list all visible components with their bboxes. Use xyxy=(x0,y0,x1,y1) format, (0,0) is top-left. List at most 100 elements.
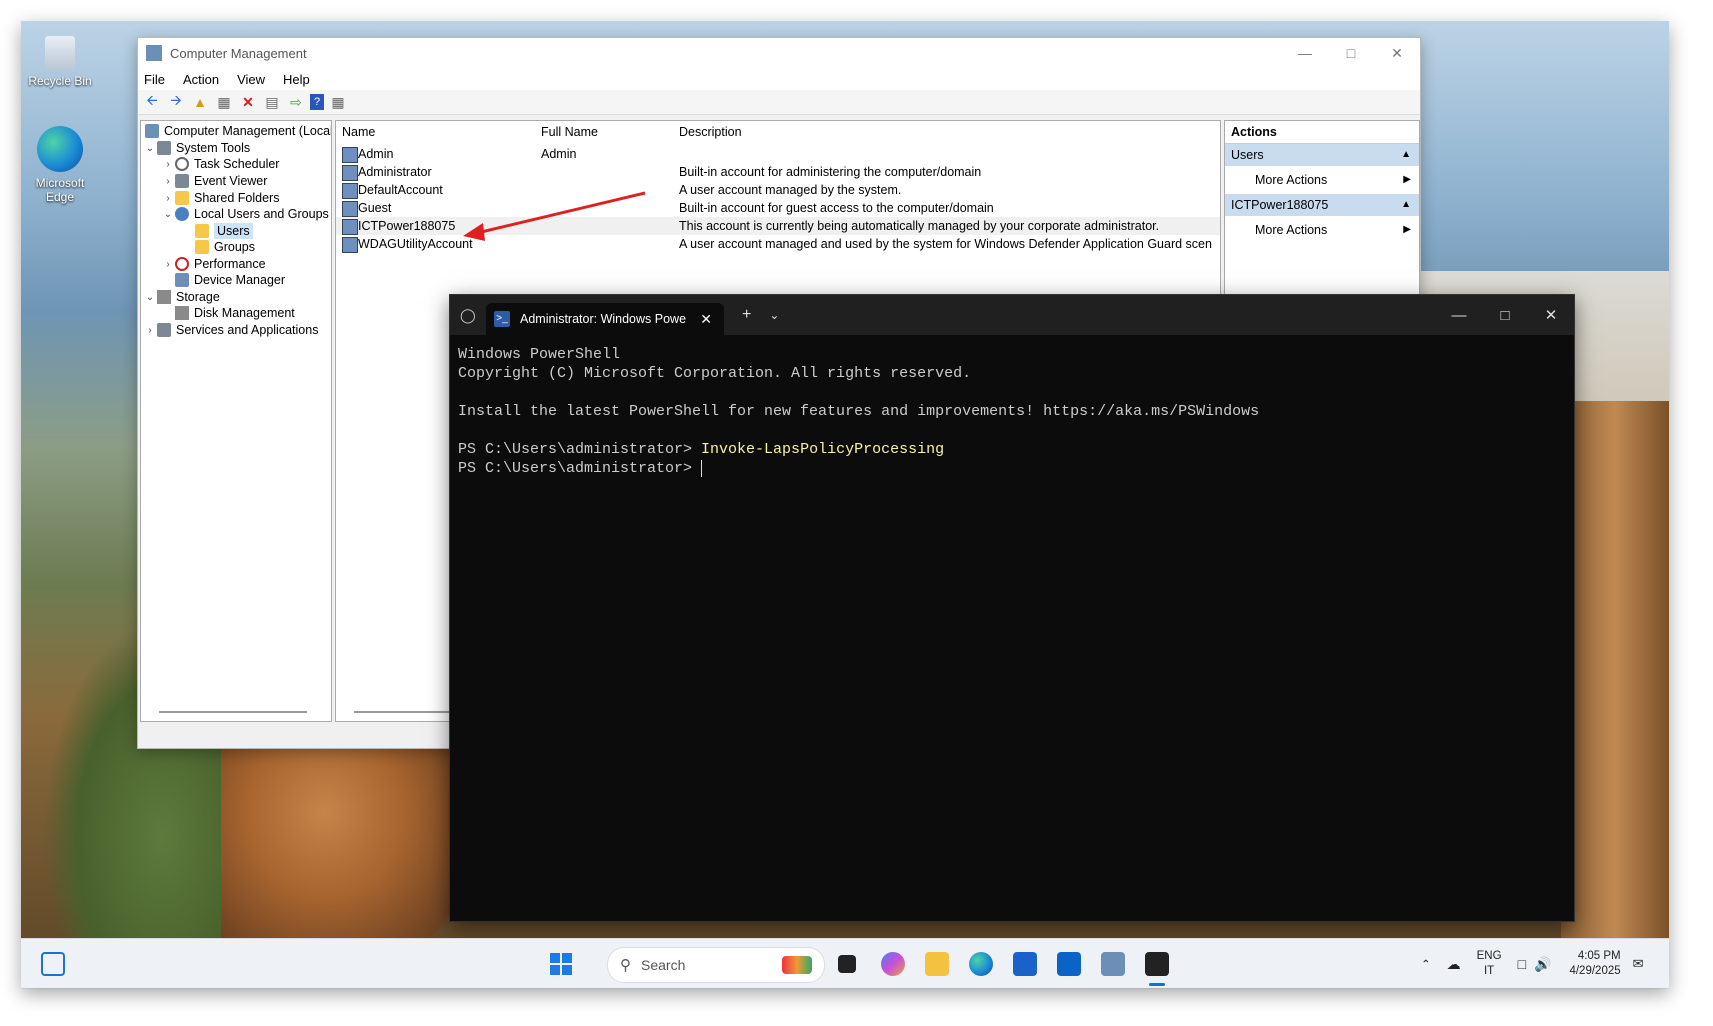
chevron-down-icon[interactable]: ⌄ xyxy=(143,292,157,303)
clock-icon xyxy=(175,157,189,171)
tree-node-groups[interactable]: Groups xyxy=(195,240,255,254)
terminal-window: ◯ >_ Administrator: Windows Powe ✕ + ⌄ —… xyxy=(449,294,1575,922)
tree-node-local-users-groups[interactable]: ⌄ Local Users and Groups xyxy=(161,207,329,221)
collapse-icon[interactable]: ▲ xyxy=(1401,144,1411,166)
menu-file[interactable]: File xyxy=(144,72,165,87)
search-placeholder: Search xyxy=(641,957,686,973)
task-view-icon[interactable] xyxy=(838,955,856,973)
title-bar[interactable]: Computer Management — □ ✕ xyxy=(138,38,1420,68)
shared-folder-icon xyxy=(175,191,189,205)
prompt: PS C:\Users\administrator> xyxy=(458,460,702,477)
chevron-right-icon[interactable]: › xyxy=(161,159,175,170)
chevron-right-icon[interactable]: › xyxy=(143,325,157,336)
terminal-tab[interactable]: >_ Administrator: Windows Powe ✕ xyxy=(486,303,724,335)
network-icon[interactable]: ☁ xyxy=(1447,956,1461,973)
tree-node-services-apps[interactable]: › Services and Applications xyxy=(143,323,318,337)
tree-node-performance[interactable]: › Performance xyxy=(161,257,266,271)
up-folder-icon[interactable]: ▲ xyxy=(190,93,210,111)
user-icon xyxy=(342,237,358,253)
user-icon xyxy=(342,201,358,217)
list-header: Name Full Name Description xyxy=(336,121,1220,143)
volume-icon[interactable]: 🔊 xyxy=(1534,956,1551,973)
close-button[interactable]: ✕ xyxy=(1528,306,1574,324)
chevron-right-icon[interactable]: › xyxy=(161,259,175,270)
system-tools-icon xyxy=(157,141,171,155)
actions-section-users[interactable]: Users ▲ xyxy=(1225,144,1419,166)
column-description[interactable]: Description xyxy=(679,125,742,139)
tab-close-icon[interactable]: ✕ xyxy=(700,311,712,328)
tree-node-task-scheduler[interactable]: › Task Scheduler xyxy=(161,157,279,171)
list-row[interactable]: Administrator Built-in account for admin… xyxy=(336,163,1220,181)
column-full-name[interactable]: Full Name xyxy=(541,125,598,139)
monitor-icon[interactable]: □ xyxy=(1518,956,1526,972)
more-actions-users[interactable]: More Actions ▶ xyxy=(1225,166,1419,194)
minimize-button[interactable]: — xyxy=(1436,307,1482,324)
tree-node-users[interactable]: Users xyxy=(195,223,253,239)
chevron-down-icon[interactable]: ⌄ xyxy=(161,209,175,220)
minimize-button[interactable]: — xyxy=(1282,45,1328,62)
show-hide-tree-icon[interactable]: ▦ xyxy=(214,93,234,111)
chevron-right-icon[interactable]: › xyxy=(161,176,175,187)
delete-icon[interactable]: ✕ xyxy=(238,93,258,111)
forward-arrow-icon[interactable]: 🡪 xyxy=(166,92,186,111)
prompt: PS C:\Users\administrator> xyxy=(458,441,702,458)
terminal-output[interactable]: Windows PowerShell Copyright (C) Microsof… xyxy=(450,335,1574,488)
search-box[interactable]: ⚲ Search xyxy=(607,947,825,983)
disk-management-icon xyxy=(175,306,189,320)
tree-scrollbar[interactable] xyxy=(159,711,307,713)
tree-node-shared-folders[interactable]: › Shared Folders xyxy=(161,191,279,205)
help-icon[interactable]: ? xyxy=(310,94,324,110)
show-hide-action-pane-icon[interactable]: ▦ xyxy=(328,93,348,111)
desktop-icon-edge[interactable]: Microsoft Edge xyxy=(20,126,100,204)
chevron-up-icon[interactable]: ⌃ xyxy=(1421,957,1431,971)
close-button[interactable]: ✕ xyxy=(1374,45,1420,62)
computer-icon xyxy=(145,124,159,138)
tree-node-storage[interactable]: ⌄ Storage xyxy=(143,290,220,304)
store-icon[interactable] xyxy=(1013,952,1037,976)
tree-node-event-viewer[interactable]: › Event Viewer xyxy=(161,174,267,188)
chevron-down-icon[interactable]: ⌄ xyxy=(769,308,779,322)
services-icon xyxy=(157,323,171,337)
desktop-icon-recycle-bin[interactable]: Recycle Bin xyxy=(20,36,100,88)
back-arrow-icon[interactable]: 🡨 xyxy=(142,92,162,111)
menu-action[interactable]: Action xyxy=(183,72,219,87)
tree-node-device-manager[interactable]: Device Manager xyxy=(175,273,285,287)
properties-icon[interactable]: ▤ xyxy=(262,93,282,111)
output-line: Windows PowerShell xyxy=(458,346,621,363)
chevron-down-icon[interactable]: ⌄ xyxy=(143,143,157,154)
storage-icon xyxy=(157,290,171,304)
tree-node-root[interactable]: Computer Management (Local xyxy=(145,124,331,138)
more-actions-user[interactable]: More Actions ▶ xyxy=(1225,216,1419,244)
computer-management-icon xyxy=(146,45,162,61)
new-tab-icon[interactable]: + xyxy=(742,306,751,324)
file-explorer-icon[interactable] xyxy=(925,952,949,976)
language-indicator[interactable]: ENG IT xyxy=(1477,949,1502,979)
tree-node-disk-management[interactable]: Disk Management xyxy=(175,306,295,320)
terminal-icon[interactable] xyxy=(1145,952,1169,976)
menu-help[interactable]: Help xyxy=(283,72,310,87)
folder-icon xyxy=(195,224,209,238)
column-name[interactable]: Name xyxy=(342,125,375,139)
chevron-right-icon[interactable]: › xyxy=(161,193,175,204)
tree-node-system-tools[interactable]: ⌄ System Tools xyxy=(143,141,250,155)
computer-management-icon[interactable] xyxy=(1101,952,1125,976)
powershell-icon: >_ xyxy=(494,311,510,327)
maximize-button[interactable]: □ xyxy=(1328,45,1374,62)
maximize-button[interactable]: □ xyxy=(1482,307,1528,324)
outlook-icon[interactable] xyxy=(1057,952,1081,976)
terminal-tab-bar[interactable]: ◯ >_ Administrator: Windows Powe ✕ + ⌄ —… xyxy=(450,295,1574,335)
collapse-icon[interactable]: ▲ xyxy=(1401,194,1411,216)
list-row[interactable]: Admin Admin xyxy=(336,145,1220,163)
edge-icon[interactable] xyxy=(969,952,993,976)
export-list-icon[interactable]: ⇨ xyxy=(286,93,306,111)
user-icon xyxy=(342,165,358,181)
window-title: Computer Management xyxy=(170,45,307,61)
start-icon[interactable] xyxy=(549,952,573,976)
widgets-icon[interactable] xyxy=(41,952,65,976)
actions-section-user[interactable]: ICTPower188075 ▲ xyxy=(1225,194,1419,216)
menu-view[interactable]: View xyxy=(237,72,265,87)
notifications-icon[interactable]: ✉ xyxy=(1633,956,1644,972)
copilot-icon[interactable] xyxy=(881,952,905,976)
list-scrollbar[interactable] xyxy=(354,711,464,713)
clock[interactable]: 4:05 PM 4/29/2025 xyxy=(1569,949,1620,979)
